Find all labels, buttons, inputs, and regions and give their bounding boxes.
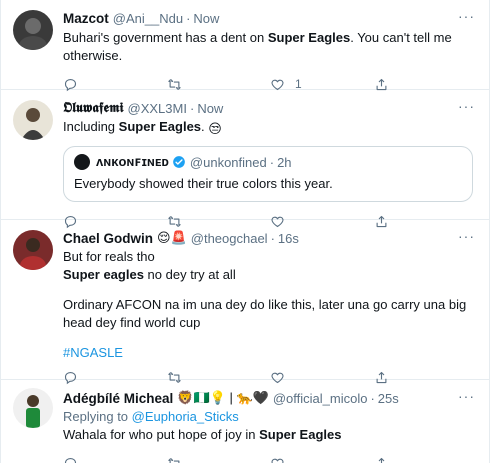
more-icon[interactable]: ··· [458,228,475,244]
separator-dot: · [270,230,275,246]
unamused-emoji: 😒 [208,121,222,136]
separator-dot: · [370,390,375,406]
timestamp[interactable]: 16s [278,231,299,246]
display-name[interactable]: Mazcot [63,11,109,26]
tweet-text-part: . [201,119,205,134]
timestamp[interactable]: Now [197,101,223,116]
quote-avatar [74,154,90,170]
tweet-actions [63,448,477,463]
timestamp[interactable]: 25s [378,391,399,406]
tweet-text-part: Including [63,119,119,134]
tweet-text-part: no dey try at all [143,267,236,282]
like-icon [271,458,284,463]
more-icon[interactable]: ··· [458,98,475,114]
user-handle[interactable]: @XXL3MI [128,101,187,116]
tweet[interactable]: Adégbílé Micheal 🦁🇳🇬💡 | 🐆🖤 @official_mic… [1,380,489,463]
hashtag-link[interactable]: #NGASLE [63,344,477,362]
tweet-text-part: Buhari's government has a dent on [63,30,268,45]
user-handle[interactable]: @official_micolo [273,391,368,406]
tweet-text-bold: Super eagles [63,267,144,282]
avatar[interactable] [13,230,53,270]
tweet-text: But for reals tho Super eagles no dey tr… [63,248,477,362]
retweet-icon [167,457,179,463]
separator-dot: · [186,10,191,26]
timestamp[interactable]: Now [193,11,219,26]
tweet-feed: Mazcot @Ani__Ndu · Now ··· Buhari's gove… [0,0,490,463]
retweet-button[interactable] [167,456,271,463]
quote-timestamp: 2h [277,154,292,170]
tweet-text-bold: Super Eagles [118,119,202,134]
display-name[interactable]: 𝕺𝖑𝖚𝖜𝖆𝖋𝖊𝖒𝖎 [63,100,124,116]
like-button[interactable] [270,456,374,463]
tweet-line: Super eagles no dey try at all [63,266,477,284]
avatar[interactable] [13,100,53,140]
tweet[interactable]: Chael Godwin 😌🚨 @theogchael · 16s ··· Bu… [1,220,489,384]
share-button[interactable] [374,456,478,463]
tweet-text: Buhari's government has a dent on Super … [63,29,477,65]
tweet[interactable]: 𝕺𝖑𝖚𝖜𝖆𝖋𝖊𝖒𝖎 @XXL3MI · Now ··· Including Su… [1,90,489,228]
tweet-text-bold: Super Eagles [259,427,342,442]
share-icon [378,457,384,463]
replying-to-handle[interactable]: @Euphoria_Sticks [132,409,239,424]
avatar[interactable] [13,388,53,428]
display-name[interactable]: Chael Godwin [63,231,153,246]
tweet-text-part: Wahala for who put hope of joy in [63,427,260,442]
quoted-tweet[interactable]: ʌɴᴋᴏɴꜰɪɴᴇᴅ @unkonfined · 2h Everybody sh… [63,146,473,202]
more-icon[interactable]: ··· [458,8,475,24]
tweet-header: Chael Godwin 😌🚨 @theogchael · 16s [63,228,477,248]
avatar[interactable] [13,10,53,50]
tweet-line: But for reals tho [63,249,155,264]
tweet-paragraph: Ordinary AFCON na im una dey do like thi… [63,297,467,330]
verified-icon [173,156,185,168]
display-name[interactable]: Adégbílé Micheal [63,391,173,406]
quote-header: ʌɴᴋᴏɴꜰɪɴᴇᴅ @unkonfined · 2h [74,153,462,171]
tweet-text: Wahala for who put hope of joy in Super … [63,426,477,444]
like-count: 1 [295,77,302,91]
quote-display-name: ʌɴᴋᴏɴꜰɪɴᴇᴅ [96,154,169,169]
name-emojis: 😌🚨 [157,230,187,245]
quote-handle: @unkonfined [189,154,267,170]
tweet-header: 𝕺𝖑𝖚𝖜𝖆𝖋𝖊𝖒𝖎 @XXL3MI · Now [63,98,477,118]
name-emojis: 🦁🇳🇬💡 | 🐆🖤 [177,390,269,405]
tweet-header: Mazcot @Ani__Ndu · Now [63,8,477,28]
reply-icon [64,457,77,463]
tweet-text: Including Super Eagles. 😒 [63,118,477,138]
quote-text: Everybody showed their true colors this … [74,176,333,191]
tweet-header: Adégbílé Micheal 🦁🇳🇬💡 | 🐆🖤 @official_mic… [63,388,477,408]
reply-button[interactable] [63,456,167,463]
replying-label: Replying to [63,409,132,424]
replying-to: Replying to @Euphoria_Sticks [63,408,477,426]
separator-dot: · [269,154,275,170]
user-handle[interactable]: @theogchael [191,231,268,246]
tweet[interactable]: Mazcot @Ani__Ndu · Now ··· Buhari's gove… [1,0,489,91]
separator-dot: · [189,100,195,116]
tweet-text-bold: Super Eagles [267,30,351,45]
user-handle[interactable]: @Ani__Ndu [113,11,183,26]
more-icon[interactable]: ··· [458,388,475,404]
